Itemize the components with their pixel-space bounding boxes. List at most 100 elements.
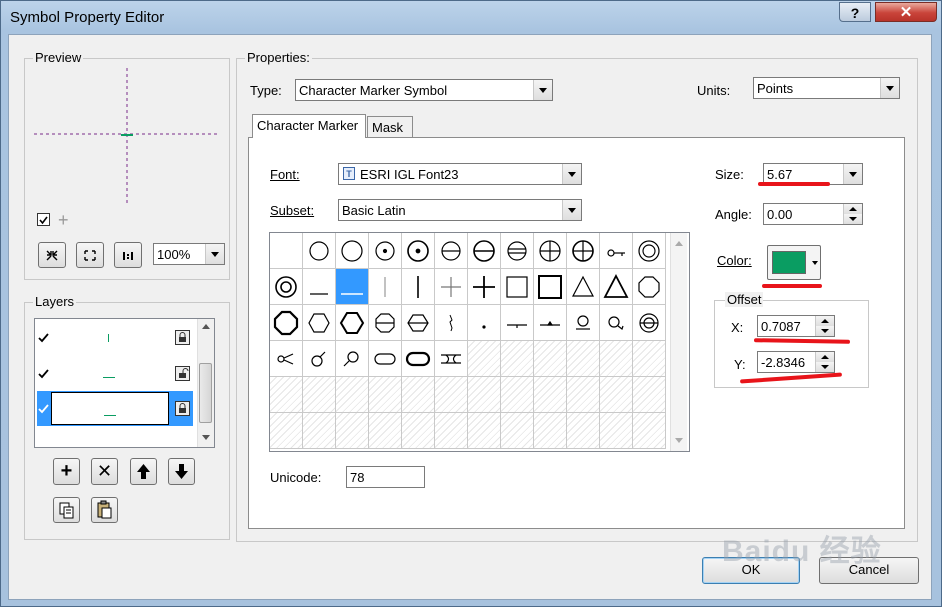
- glyph-cell[interactable]: [600, 269, 633, 305]
- add-layer-button[interactable]: +: [53, 458, 80, 485]
- glyph-cell[interactable]: [369, 233, 402, 269]
- glyph-cell[interactable]: [567, 233, 600, 269]
- layer-checkbox[interactable]: [38, 403, 50, 415]
- glyph-cell[interactable]: [567, 269, 600, 305]
- title-bar[interactable]: Symbol Property Editor ? ✕: [1, 1, 941, 35]
- chevron-down-icon[interactable]: [843, 164, 862, 184]
- glyph-cell[interactable]: [402, 233, 435, 269]
- glyph-cell[interactable]: [435, 233, 468, 269]
- glyph-cell[interactable]: [501, 269, 534, 305]
- lock-icon[interactable]: [175, 401, 190, 416]
- zoom-select[interactable]: 100%: [153, 243, 225, 265]
- glyph-cell[interactable]: [468, 305, 501, 341]
- zoom-full-button[interactable]: [76, 242, 104, 268]
- spin-down-icon[interactable]: [843, 214, 862, 224]
- scroll-thumb[interactable]: [199, 363, 212, 423]
- scroll-up-icon[interactable]: [675, 241, 683, 246]
- glyph-cell-empty: [501, 413, 534, 449]
- glyph-cell[interactable]: [435, 269, 468, 305]
- glyph-cell-selected[interactable]: [336, 269, 369, 305]
- glyph-cell[interactable]: [270, 269, 303, 305]
- tab-character-marker[interactable]: Character Marker: [252, 114, 366, 138]
- move-down-button[interactable]: [168, 458, 195, 485]
- glyph-cell[interactable]: [435, 341, 468, 377]
- glyph-cell[interactable]: [534, 233, 567, 269]
- layer-checkbox[interactable]: [38, 368, 50, 380]
- paste-layer-button[interactable]: [91, 497, 118, 523]
- glyph-cell[interactable]: [534, 305, 567, 341]
- glyph-cell[interactable]: [501, 305, 534, 341]
- glyph-cell[interactable]: [369, 341, 402, 377]
- spin-down-icon[interactable]: [815, 326, 834, 336]
- help-button[interactable]: ?: [839, 2, 871, 22]
- actual-size-button[interactable]: [114, 242, 142, 268]
- scroll-down-icon[interactable]: [675, 438, 683, 443]
- unlock-icon[interactable]: [175, 366, 190, 381]
- spin-up-icon[interactable]: [815, 316, 834, 326]
- glyph-cell[interactable]: [501, 233, 534, 269]
- subset-select[interactable]: Basic Latin: [338, 199, 582, 221]
- spin-up-icon[interactable]: [815, 352, 834, 362]
- tab-mask[interactable]: Mask: [367, 116, 413, 138]
- glyph-cell[interactable]: [303, 269, 336, 305]
- copy-layer-button[interactable]: [53, 497, 80, 523]
- glyph-cell[interactable]: [270, 341, 303, 377]
- glyph-cell[interactable]: [600, 233, 633, 269]
- close-button[interactable]: ✕: [875, 2, 937, 22]
- unicode-input[interactable]: 78: [346, 466, 425, 488]
- chevron-down-icon[interactable]: [205, 244, 224, 264]
- offset-x-spinner[interactable]: 0.7087: [757, 315, 835, 337]
- layer-row-selected[interactable]: [37, 391, 193, 426]
- chevron-down-icon[interactable]: [812, 261, 818, 265]
- glyph-cell[interactable]: [567, 305, 600, 341]
- glyph-icon: [374, 352, 396, 365]
- glyph-cell[interactable]: [303, 305, 336, 341]
- layer-row[interactable]: [37, 356, 193, 391]
- lock-icon[interactable]: [175, 330, 190, 345]
- scroll-down-icon[interactable]: [202, 435, 210, 440]
- glyph-cell[interactable]: [369, 269, 402, 305]
- offset-y-spinner[interactable]: -2.8346: [757, 351, 835, 373]
- chevron-down-icon[interactable]: [562, 200, 581, 220]
- move-up-button[interactable]: [130, 458, 157, 485]
- glyph-grid[interactable]: [270, 233, 668, 451]
- glyph-cell[interactable]: [435, 305, 468, 341]
- annotation-underline: [758, 182, 830, 186]
- chevron-down-icon[interactable]: [880, 78, 899, 98]
- delete-layer-button[interactable]: ✕: [91, 458, 118, 485]
- angle-spinner[interactable]: 0.00: [763, 203, 863, 225]
- glyph-scrollbar[interactable]: [670, 233, 687, 451]
- glyph-cell[interactable]: [270, 305, 303, 341]
- zoom-to-fit-button[interactable]: [38, 242, 66, 268]
- glyph-cell[interactable]: [633, 233, 666, 269]
- preview-checkbox[interactable]: [37, 213, 50, 226]
- glyph-cell[interactable]: [303, 233, 336, 269]
- glyph-cell[interactable]: [402, 269, 435, 305]
- glyph-cell[interactable]: [600, 305, 633, 341]
- spin-down-icon[interactable]: [815, 362, 834, 372]
- glyph-cell[interactable]: [402, 305, 435, 341]
- chevron-down-icon[interactable]: [562, 164, 581, 184]
- glyph-cell[interactable]: [468, 233, 501, 269]
- glyph-cell[interactable]: [336, 233, 369, 269]
- glyph-cell[interactable]: [369, 305, 402, 341]
- layer-row[interactable]: [37, 321, 193, 356]
- type-select[interactable]: Character Marker Symbol: [295, 79, 553, 101]
- glyph-cell[interactable]: [468, 269, 501, 305]
- glyph-cell[interactable]: [336, 341, 369, 377]
- glyph-cell[interactable]: [534, 269, 567, 305]
- glyph-cell[interactable]: [633, 269, 666, 305]
- scroll-up-icon[interactable]: [202, 324, 210, 329]
- glyph-cell[interactable]: [633, 305, 666, 341]
- layer-checkbox[interactable]: [38, 332, 50, 344]
- spin-up-icon[interactable]: [843, 204, 862, 214]
- units-select[interactable]: Points: [753, 77, 900, 99]
- color-picker-button[interactable]: [767, 245, 821, 280]
- chevron-down-icon[interactable]: [533, 80, 552, 100]
- layers-scrollbar[interactable]: [197, 319, 214, 447]
- glyph-cell[interactable]: [303, 341, 336, 377]
- glyph-cell[interactable]: [402, 341, 435, 377]
- font-select[interactable]: T ESRI IGL Font23: [338, 163, 582, 185]
- glyph-cell[interactable]: [336, 305, 369, 341]
- glyph-cell[interactable]: [270, 233, 303, 269]
